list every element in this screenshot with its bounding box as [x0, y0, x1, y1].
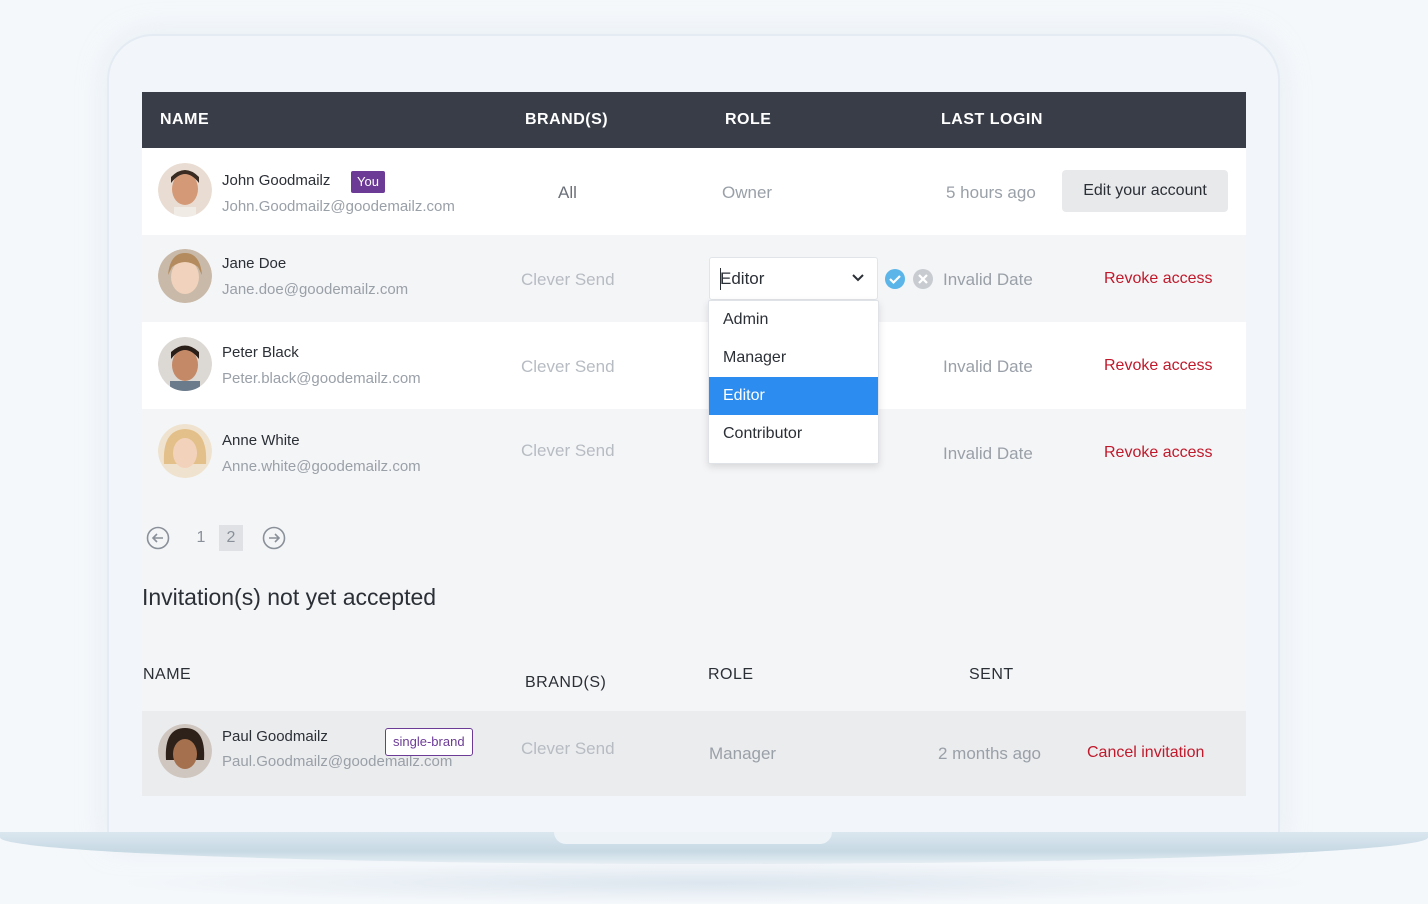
- laptop-shadow: [100, 862, 1328, 904]
- user-email: John.Goodmailz@goodemailz.com: [222, 198, 455, 215]
- role-option-manager[interactable]: Manager: [709, 339, 878, 377]
- avatar: [158, 424, 212, 478]
- invite-col-name-header: NAME: [143, 666, 192, 683]
- table-row: Jane Doe Jane.doe@goodemailz.com Clever …: [142, 235, 1246, 322]
- revoke-access-link[interactable]: Revoke access: [1104, 270, 1213, 288]
- users-table-header: NAME BRAND(S) ROLE LAST LOGIN: [142, 92, 1246, 148]
- single-brand-badge: single-brand: [385, 728, 473, 756]
- role-dropdown-menu: Admin Manager Editor Contributor: [708, 300, 879, 464]
- user-last-login: Invalid Date: [943, 444, 1033, 463]
- role-select[interactable]: Editor: [709, 257, 878, 300]
- avatar: [158, 724, 212, 778]
- role-option-editor[interactable]: Editor: [709, 377, 878, 415]
- col-last-login-header: LAST LOGIN: [941, 111, 1043, 128]
- team-members-screen: NAME BRAND(S) ROLE LAST LOGIN John Goodm…: [142, 92, 1246, 796]
- user-brand: Clever Send: [521, 441, 615, 460]
- confirm-check-icon[interactable]: [884, 268, 906, 290]
- user-role: Owner: [722, 183, 773, 202]
- invitation-sent-time: 2 months ago: [938, 744, 1042, 763]
- invite-col-sent-header: SENT: [969, 666, 1014, 683]
- invite-col-brands-header: BRAND(S): [525, 674, 607, 691]
- cancel-x-icon[interactable]: [912, 268, 934, 290]
- you-badge: You: [351, 171, 385, 193]
- user-last-login: Invalid Date: [943, 270, 1033, 289]
- text-cursor: [720, 268, 721, 290]
- user-email: Anne.white@goodemailz.com: [222, 458, 421, 475]
- avatar: [158, 163, 212, 217]
- invitations-section-title: Invitation(s) not yet accepted: [142, 584, 437, 610]
- user-brand: Clever Send: [521, 270, 615, 289]
- revoke-access-link[interactable]: Revoke access: [1104, 444, 1213, 462]
- chevron-down-icon: [852, 274, 864, 282]
- page-1-link[interactable]: 1: [189, 525, 213, 551]
- next-page-icon[interactable]: [262, 526, 286, 550]
- user-name: Peter Black: [222, 344, 299, 361]
- role-option-admin[interactable]: Admin: [709, 301, 878, 339]
- revoke-access-link[interactable]: Revoke access: [1104, 357, 1213, 375]
- table-row: Peter Black Peter.black@goodemailz.com C…: [142, 322, 1246, 409]
- prev-page-icon[interactable]: [146, 526, 170, 550]
- user-email: Peter.black@goodemailz.com: [222, 370, 421, 387]
- invitee-name: Paul Goodmailz: [222, 728, 328, 745]
- invitee-role: Manager: [709, 744, 777, 763]
- user-brand: Clever Send: [521, 357, 615, 376]
- user-last-login: Invalid Date: [943, 357, 1033, 376]
- col-name-header: NAME: [160, 111, 210, 128]
- edit-account-button[interactable]: Edit your account: [1062, 170, 1228, 212]
- col-role-header: ROLE: [725, 111, 772, 128]
- laptop-notch: [554, 832, 832, 844]
- invitee-brand: Clever Send: [521, 739, 615, 758]
- user-name: Anne White: [222, 432, 300, 449]
- cancel-invitation-link[interactable]: Cancel invitation: [1087, 744, 1204, 762]
- invitation-row: Paul Goodmailz Paul.Goodmailz@goodemailz…: [142, 711, 1246, 796]
- avatar: [158, 249, 212, 303]
- user-name: John Goodmailz: [222, 172, 331, 189]
- user-last-login: 5 hours ago: [946, 183, 1036, 202]
- invite-col-role-header: ROLE: [708, 666, 754, 683]
- table-row: Anne White Anne.white@goodemailz.com Cle…: [142, 409, 1246, 496]
- user-brand: All: [558, 183, 577, 202]
- page-2-link[interactable]: 2: [219, 525, 243, 551]
- role-select-value: Editor: [720, 269, 765, 288]
- user-email: Jane.doe@goodemailz.com: [222, 281, 409, 298]
- role-option-contributor[interactable]: Contributor: [709, 415, 878, 453]
- avatar: [158, 337, 212, 391]
- col-brands-header: BRAND(S): [525, 111, 609, 128]
- user-name: Jane Doe: [222, 255, 287, 272]
